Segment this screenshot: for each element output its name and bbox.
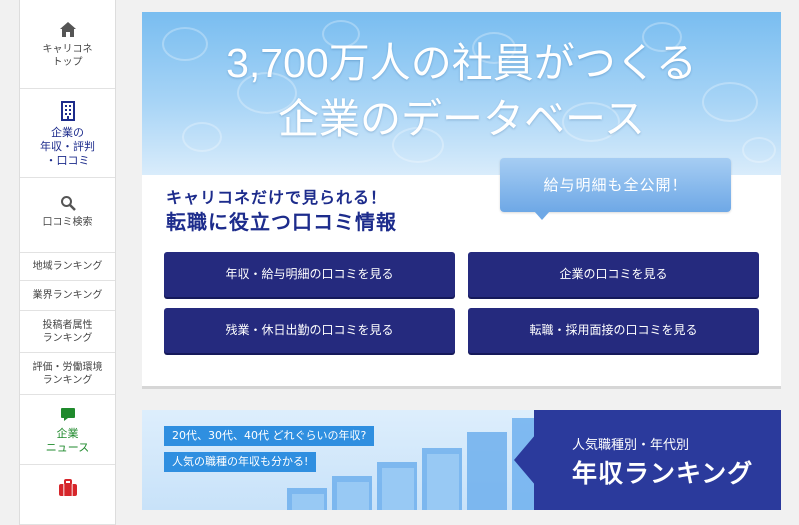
callout-tail bbox=[534, 211, 550, 220]
sidebar-item-search[interactable]: 口コミ検索 bbox=[20, 178, 115, 253]
hero-banner: 3,700万人の社員がつくる 企業のデータベース bbox=[142, 12, 781, 175]
hero-tagline-main: 転職に役立つ口コミ情報 bbox=[166, 210, 397, 234]
sidebar-item-job[interactable] bbox=[20, 465, 115, 525]
sidebar-item-label: キャリコネ トップ bbox=[42, 44, 93, 68]
sidebar-item-industry-ranking[interactable]: 業界ランキング bbox=[20, 281, 115, 311]
building-icon bbox=[60, 101, 75, 121]
job-salary-label: 人気の職種の年収も分かる! bbox=[164, 452, 317, 472]
chat-icon bbox=[60, 408, 75, 421]
ranking-subtitle: 人気職種別・年代別 bbox=[572, 438, 690, 453]
sidebar-item-label: 口コミ検索 bbox=[42, 217, 93, 228]
ranking-arrow bbox=[514, 434, 536, 486]
hero-tagline: キャリコネだけで見られる！ bbox=[166, 188, 388, 207]
salary-callout: 給与明細も全公開！ bbox=[500, 158, 731, 212]
sidebar-item-poster-ranking[interactable]: 投稿者属性 ランキング bbox=[20, 311, 115, 353]
age-question-label: 20代、30代、40代 どれぐらいの年収? bbox=[164, 426, 375, 446]
company-reviews-button[interactable]: 企業の口コミを見る bbox=[468, 252, 759, 297]
sidebar: キャリコネ トップ 企業の 年収・評判 ・口コミ 口コミ検索 地域ランキング 業… bbox=[19, 0, 116, 525]
overtime-reviews-button[interactable]: 残業・休日出勤の口コミを見る bbox=[164, 308, 455, 353]
hero-headline: 3,700万人の社員がつくる bbox=[226, 40, 697, 86]
sidebar-item-news[interactable]: 企業 ニュース bbox=[20, 395, 115, 465]
sidebar-item-label: 企業 ニュース bbox=[45, 427, 90, 454]
search-icon bbox=[60, 196, 76, 211]
ranking-title: 年収ランキング bbox=[572, 459, 754, 488]
interview-reviews-button[interactable]: 転職・採用面接の口コミを見る bbox=[468, 308, 759, 353]
briefcase-icon bbox=[58, 479, 77, 496]
home-icon bbox=[59, 22, 76, 37]
sidebar-item-top[interactable]: キャリコネ トップ bbox=[20, 0, 115, 89]
hero-subheadline: 企業のデータベース bbox=[278, 96, 645, 142]
hero-card: 3,700万人の社員がつくる 企業のデータベース キャリコネだけで見られる！ 転… bbox=[142, 12, 781, 386]
sidebar-item-workenv-ranking[interactable]: 評価・労働環境 ランキング bbox=[20, 353, 115, 395]
sidebar-item-region-ranking[interactable]: 地域ランキング bbox=[20, 253, 115, 281]
salary-reviews-button[interactable]: 年収・給与明細の口コミを見る bbox=[164, 252, 455, 297]
sidebar-item-company[interactable]: 企業の 年収・評判 ・口コミ bbox=[20, 89, 115, 178]
sidebar-item-label: 企業の 年収・評判 ・口コミ bbox=[40, 126, 95, 167]
salary-ranking-banner[interactable]: 20代、30代、40代 どれぐらいの年収? 人気の職種の年収も分かる! 人気職種… bbox=[142, 410, 781, 510]
